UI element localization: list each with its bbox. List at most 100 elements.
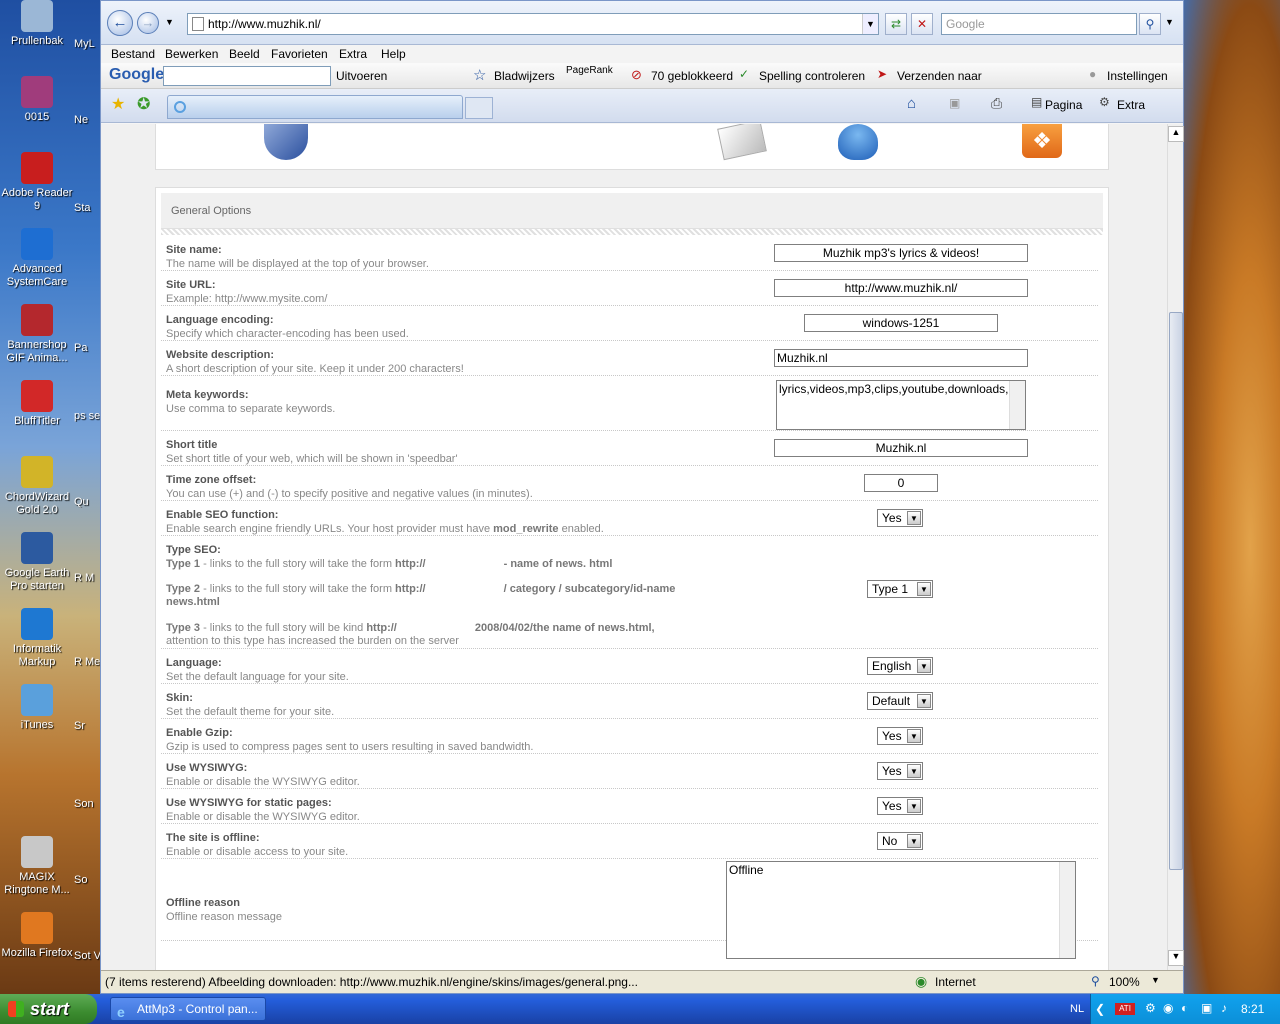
tray-icon-volume[interactable]: ♪ xyxy=(1221,1001,1227,1015)
option-row: Language: Set the default language for yo… xyxy=(161,649,1098,684)
chevron-down-icon[interactable]: ▼ xyxy=(907,729,921,743)
option-select[interactable]: Yes ▼ xyxy=(877,797,923,815)
settings-button[interactable]: Instellingen xyxy=(1107,69,1168,83)
menu-item[interactable]: Help xyxy=(381,47,406,61)
desktop-icon[interactable]: ChordWizard Gold 2.0 xyxy=(0,456,74,517)
start-button[interactable]: start xyxy=(0,994,97,1024)
option-input[interactable]: 0 xyxy=(864,474,938,492)
forward-button[interactable]: → xyxy=(137,12,159,34)
desktop-icon[interactable]: Bannershop GIF Anima... xyxy=(0,304,74,365)
users-icon[interactable] xyxy=(838,124,878,160)
menu-item[interactable]: Beeld xyxy=(229,47,260,61)
desktop-icon-partial-label: Sr xyxy=(74,720,85,732)
add-favorite-icon[interactable]: ✪ xyxy=(137,94,150,114)
home-icon[interactable]: ⌂ xyxy=(907,95,916,112)
tray-icon-security[interactable]: ⚙ xyxy=(1145,1001,1156,1015)
textarea-scrollbar[interactable] xyxy=(1009,381,1025,429)
desktop-icon[interactable]: MAGIX Ringtone M... xyxy=(0,836,74,897)
desktop-icon-image xyxy=(21,380,53,412)
tray-icon-monitor[interactable]: ▣ xyxy=(1201,1001,1212,1015)
scroll-up-icon[interactable]: ▲ xyxy=(1168,126,1184,142)
recent-pages-dropdown-icon[interactable]: ▼ xyxy=(165,17,174,27)
favorites-star-icon[interactable]: ★ xyxy=(111,94,125,114)
spellcheck-button[interactable]: Spelling controleren xyxy=(759,69,865,83)
desktop-icon[interactable]: Informatik Markup xyxy=(0,608,74,669)
option-select[interactable]: No ▼ xyxy=(877,832,923,850)
desktop-icon[interactable]: Advanced SystemCare xyxy=(0,228,74,289)
send-to-button[interactable]: Verzenden naar xyxy=(897,69,982,83)
new-tab-button[interactable] xyxy=(465,97,493,119)
address-bar[interactable]: http://www.muzhik.nl/ ▼ xyxy=(187,13,879,35)
zoom-level[interactable]: 100% xyxy=(1109,975,1140,989)
vertical-scrollbar[interactable]: ▲ ▼ xyxy=(1167,124,1184,970)
chevron-down-icon[interactable]: ▼ xyxy=(907,511,921,525)
pagerank-indicator[interactable]: PageRank xyxy=(566,65,613,76)
search-options-icon[interactable]: ▼ xyxy=(1165,17,1174,27)
option-input[interactable]: http://www.muzhik.nl/ xyxy=(774,279,1028,297)
desktop-icon[interactable]: Google Earth Pro starten xyxy=(0,532,74,593)
language-indicator[interactable]: NL xyxy=(1070,1003,1084,1015)
tray-icon-ati[interactable]: ATI xyxy=(1115,1003,1135,1015)
clock[interactable]: 8:21 xyxy=(1241,1002,1264,1016)
chevron-down-icon[interactable]: ▼ xyxy=(907,834,921,848)
security-shield-icon[interactable] xyxy=(264,124,308,160)
option-input[interactable]: Muzhik.nl xyxy=(774,439,1028,457)
option-input[interactable]: Muzhik.nl xyxy=(774,349,1028,367)
menu-item[interactable]: Favorieten xyxy=(271,47,328,61)
tray-icon-network[interactable]: ◉ xyxy=(1163,1001,1173,1015)
chevron-down-icon[interactable]: ▼ xyxy=(907,764,921,778)
scroll-down-icon[interactable]: ▼ xyxy=(1168,950,1184,966)
option-input[interactable]: windows-1251 xyxy=(804,314,998,332)
option-select[interactable]: Yes ▼ xyxy=(877,509,923,527)
search-input[interactable]: Google xyxy=(941,13,1137,35)
desktop-icon[interactable]: Prullenbak xyxy=(0,0,74,48)
tools-menu-button[interactable]: Extra xyxy=(1117,98,1145,112)
back-button[interactable]: ← xyxy=(107,10,133,36)
tray-expand-icon[interactable]: ❮ xyxy=(1095,1002,1105,1016)
desktop-icon[interactable]: iTunes xyxy=(0,684,74,732)
option-label: Type SEO: xyxy=(166,544,221,556)
option-select[interactable]: Default ▼ xyxy=(867,692,933,710)
print-icon[interactable]: ⎙ xyxy=(991,95,1002,112)
chevron-down-icon[interactable]: ▼ xyxy=(907,799,921,813)
google-search-field[interactable] xyxy=(163,66,331,86)
popup-blocker-count[interactable]: 70 geblokkeerd xyxy=(651,69,733,83)
taskbar-item-browser[interactable]: e AttMp3 - Control pan... xyxy=(110,997,266,1021)
refresh-button[interactable]: ⇄ xyxy=(885,13,907,35)
scroll-thumb[interactable] xyxy=(1169,312,1183,870)
desktop-icon[interactable]: Mozilla Firefox xyxy=(0,912,74,960)
desktop-icon[interactable]: 0015 xyxy=(0,76,74,124)
page-menu-button[interactable]: Pagina xyxy=(1045,98,1082,112)
address-dropdown-icon[interactable]: ▼ xyxy=(862,14,878,34)
chevron-down-icon[interactable]: ▼ xyxy=(917,694,931,708)
bookmarks-button[interactable]: Bladwijzers xyxy=(494,69,555,83)
chevron-down-icon[interactable]: ▼ xyxy=(917,582,931,596)
stop-button[interactable]: ✕ xyxy=(911,13,933,35)
option-input[interactable]: Muzhik mp3's lyrics & videos! xyxy=(774,244,1028,262)
feeds-icon[interactable]: ▣ xyxy=(949,96,960,110)
offline-reason-textarea[interactable]: Offline xyxy=(726,861,1076,959)
seo-type-description: Type 2 - links to the full story will ta… xyxy=(166,583,675,595)
option-select[interactable]: English ▼ xyxy=(867,657,933,675)
tab-active[interactable] xyxy=(167,95,463,119)
bookmarks-icon[interactable]: ☆ xyxy=(473,66,486,84)
mail-icon[interactable] xyxy=(717,124,767,161)
chevron-down-icon[interactable]: ▼ xyxy=(917,659,931,673)
rss-icon[interactable]: ❖ xyxy=(1022,124,1062,158)
menu-item[interactable]: Bestand xyxy=(111,47,155,61)
textarea-scrollbar[interactable] xyxy=(1059,862,1075,958)
settings-icon: ● xyxy=(1089,67,1097,81)
desktop-icon[interactable]: Adobe Reader 9 xyxy=(0,152,74,213)
option-description: Enable or disable the WYSIWYG editor. xyxy=(166,776,360,788)
menu-item[interactable]: Extra xyxy=(339,47,367,61)
meta-keywords-textarea[interactable]: lyrics,videos,mp3,clips,youtube,download… xyxy=(776,380,1026,430)
option-select[interactable]: Type 1 ▼ xyxy=(867,580,933,598)
menu-item[interactable]: Bewerken xyxy=(165,47,218,61)
google-search-button[interactable]: Uitvoeren xyxy=(336,69,387,83)
tray-icon-system[interactable]: ◐ xyxy=(1181,1001,1188,1015)
search-button[interactable]: ⚲ xyxy=(1139,13,1161,35)
desktop-icon[interactable]: BluffTitler xyxy=(0,380,74,428)
zoom-dropdown-icon[interactable]: ▼ xyxy=(1151,975,1160,985)
option-select[interactable]: Yes ▼ xyxy=(877,727,923,745)
option-select[interactable]: Yes ▼ xyxy=(877,762,923,780)
